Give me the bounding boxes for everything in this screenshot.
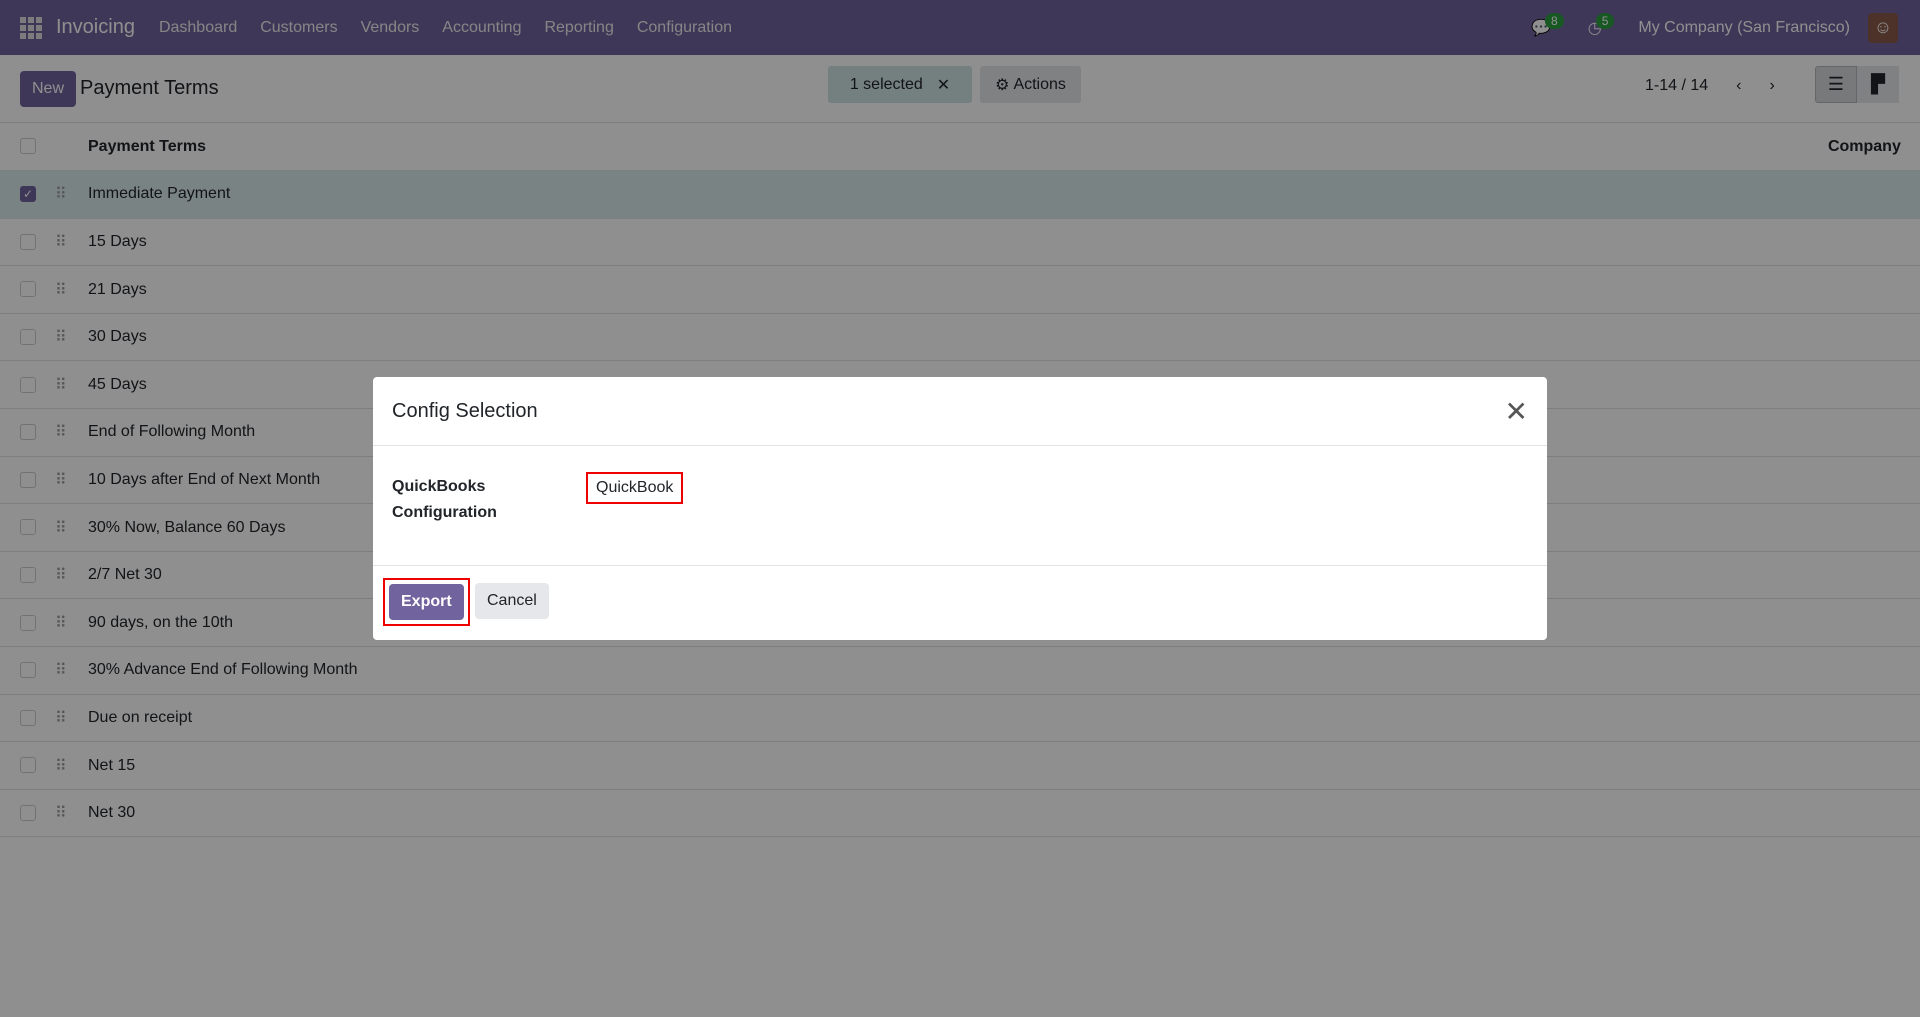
config-selection-dialog: Config Selection ✕ QuickBooks Configurati… [373, 377, 1547, 640]
export-button[interactable]: Export [389, 584, 464, 620]
close-icon[interactable]: ✕ [1505, 395, 1528, 428]
quickbooks-config-field[interactable]: QuickBook [586, 472, 684, 504]
dialog-title: Config Selection [392, 399, 538, 422]
cancel-button[interactable]: Cancel [475, 583, 549, 619]
quickbooks-config-label: QuickBooks Configuration [392, 478, 497, 521]
